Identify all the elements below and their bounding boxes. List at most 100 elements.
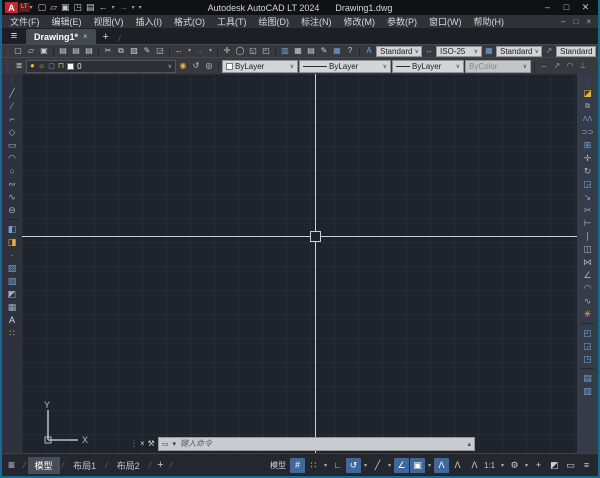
linetype-control-combo[interactable]: ByLayer ∨ [299, 60, 391, 73]
command-options-icon[interactable]: ▭ [162, 440, 169, 448]
doc-restore-icon[interactable]: □ [573, 17, 578, 26]
revision-cloud-button[interactable]: ∾ [5, 178, 20, 190]
file-tabs-menu-icon[interactable]: ≡ [2, 28, 26, 44]
polyline-button[interactable]: ⌐ [5, 113, 20, 125]
plot-preview-button[interactable]: ▤ [70, 46, 82, 57]
menu-tools[interactable]: 工具(T) [211, 15, 253, 28]
hatch-to-back-button[interactable]: ▥ [580, 385, 595, 397]
zoom-window-button[interactable]: ◱ [247, 46, 259, 57]
polar-tracking-toggle[interactable]: ↺ [346, 458, 361, 473]
chamfer-button[interactable]: ∠ [580, 269, 595, 281]
line-button[interactable]: ╱ [5, 87, 20, 99]
save-as-icon[interactable]: ◳ [74, 3, 83, 12]
lineweight-control-combo[interactable]: ByLayer ∨ [392, 60, 464, 73]
zoom-previous-button[interactable]: ◰ [260, 46, 272, 57]
command-close-icon[interactable]: × [140, 439, 145, 448]
mleader-style-combo[interactable]: Standard [556, 46, 596, 57]
point-button[interactable]: ∙ [5, 249, 20, 261]
break-button[interactable]: ◫ [580, 243, 595, 255]
qat-customize-icon[interactable]: ▾ [139, 4, 142, 11]
annotation-monitor-plus-icon[interactable]: + [531, 458, 546, 473]
table-style-combo[interactable]: Standard ∨ [496, 46, 542, 57]
boundary-button[interactable]: ◩ [5, 288, 20, 300]
fillet-button[interactable]: ◠ [580, 282, 595, 294]
markup-button[interactable]: ✎ [318, 46, 330, 57]
ortho-toggle[interactable]: ∟ [330, 458, 345, 473]
sheet-set-manager-button[interactable]: ▤ [305, 46, 317, 57]
toolbar-grip[interactable]: ⋮ [4, 47, 11, 56]
document-tab-drawing1[interactable]: Drawing1* × [26, 29, 96, 44]
layout2-tab[interactable]: 布局2 [110, 457, 147, 474]
isodraft-dropdown-icon[interactable]: ▾ [386, 462, 393, 469]
dim-ordinate-button[interactable]: ⊥ [577, 61, 589, 72]
object-snap-tracking-toggle[interactable]: ∠ [394, 458, 409, 473]
dim-style-combo[interactable]: ISO-25 ∨ [436, 46, 482, 57]
table-button[interactable]: ▦ [5, 301, 20, 313]
command-customize-wrench-icon[interactable]: ⚒ [148, 439, 155, 448]
menu-edit[interactable]: 编辑(E) [46, 15, 88, 28]
hatch-button[interactable]: ▨ [5, 262, 20, 274]
toolbar-grip[interactable]: ⋮ [4, 62, 12, 71]
close-button[interactable]: ✕ [576, 2, 595, 13]
customize-statusbar-icon[interactable]: ≡ [579, 458, 594, 473]
trim-button[interactable]: ✂ [580, 204, 595, 216]
layer-thaw-sun-icon[interactable]: ☼ [38, 62, 45, 70]
open-file-icon[interactable]: ▱ [50, 3, 57, 12]
redo-icon[interactable]: → [119, 3, 128, 12]
point-style-button[interactable]: ∷ [5, 327, 20, 339]
layer-combo[interactable]: ● ☼ ▢ ⊓ 0 ∨ [26, 60, 176, 73]
insert-block-button[interactable]: ◧ [5, 223, 20, 235]
polar-dropdown-icon[interactable]: ▾ [362, 462, 369, 469]
ellipse-button[interactable]: ⊖ [5, 204, 20, 216]
save-icon[interactable]: ▣ [61, 3, 70, 12]
layout-tabs-menu-icon[interactable]: ≡ [8, 458, 15, 472]
annotation-visibility-toggle[interactable]: Λ [434, 458, 449, 473]
text-style-icon[interactable]: A [363, 46, 375, 57]
match-properties-button[interactable]: ✎ [141, 46, 153, 57]
toolbar-grip[interactable]: ⋮ [584, 77, 592, 86]
menu-modify[interactable]: 修改(M) [338, 15, 382, 28]
extend-button[interactable]: ⊢ [580, 217, 595, 229]
dim-aligned-button[interactable]: ↗ [551, 61, 563, 72]
menu-file[interactable]: 文件(F) [4, 15, 46, 28]
zoom-realtime-button[interactable]: ◯ [234, 46, 246, 57]
break-at-point-button[interactable]: ∣ [580, 230, 595, 242]
copy-button[interactable]: ⧉ [115, 46, 127, 57]
new-layout-button[interactable]: + [153, 459, 167, 471]
model-tab[interactable]: 模型 [28, 457, 60, 474]
auto-annotation-scale-toggle[interactable]: Λ [450, 458, 465, 473]
rotate-button[interactable]: ↻ [580, 165, 595, 177]
doc-minimize-icon[interactable]: – [561, 17, 565, 26]
text-style-combo[interactable]: Standard ∨ [376, 46, 422, 57]
snap-dropdown-icon[interactable]: ▾ [322, 462, 329, 469]
text-to-front-button[interactable]: ▤ [580, 372, 595, 384]
erase-button[interactable]: ◪ [580, 87, 595, 99]
redo-button[interactable]: → [194, 46, 206, 57]
clean-screen-button[interactable]: ▭ [563, 458, 578, 473]
table-style-icon[interactable]: ▦ [483, 46, 495, 57]
bring-above-objects-button[interactable]: ◳ [580, 353, 595, 365]
maximize-button[interactable]: □ [557, 2, 576, 13]
document-tab-close-icon[interactable]: × [83, 32, 88, 41]
qnew-button[interactable]: ▢ [12, 46, 24, 57]
menu-view[interactable]: 视图(V) [88, 15, 130, 28]
help-button[interactable]: ? [344, 46, 356, 57]
annotation-scale-button[interactable]: Λ [466, 458, 483, 473]
tool-palettes-button[interactable]: ▦ [292, 46, 304, 57]
menu-draw[interactable]: 绘图(D) [253, 15, 296, 28]
dim-arc-length-button[interactable]: ◠ [564, 61, 576, 72]
gradient-button[interactable]: ▧ [5, 275, 20, 287]
workspace-gear-icon[interactable]: ⚙ [507, 458, 522, 473]
workspace-dropdown-icon[interactable]: ▾ [523, 462, 530, 469]
make-block-button[interactable]: ◨ [5, 236, 20, 248]
copy-object-button[interactable]: ⧉ [580, 100, 595, 112]
polygon-button[interactable]: ◇ [5, 126, 20, 138]
menu-insert[interactable]: 插入(I) [130, 15, 169, 28]
array-button[interactable]: ⊞ [580, 139, 595, 151]
layer-unlock-icon[interactable]: ⊓ [58, 62, 64, 70]
save-button[interactable]: ▣ [38, 46, 50, 57]
undo-dropdown-icon[interactable]: ▾ [186, 46, 193, 57]
quickcalc-button[interactable]: ▦ [331, 46, 343, 57]
open-button[interactable]: ▱ [25, 46, 37, 57]
properties-palette-button[interactable]: ▥ [279, 46, 291, 57]
